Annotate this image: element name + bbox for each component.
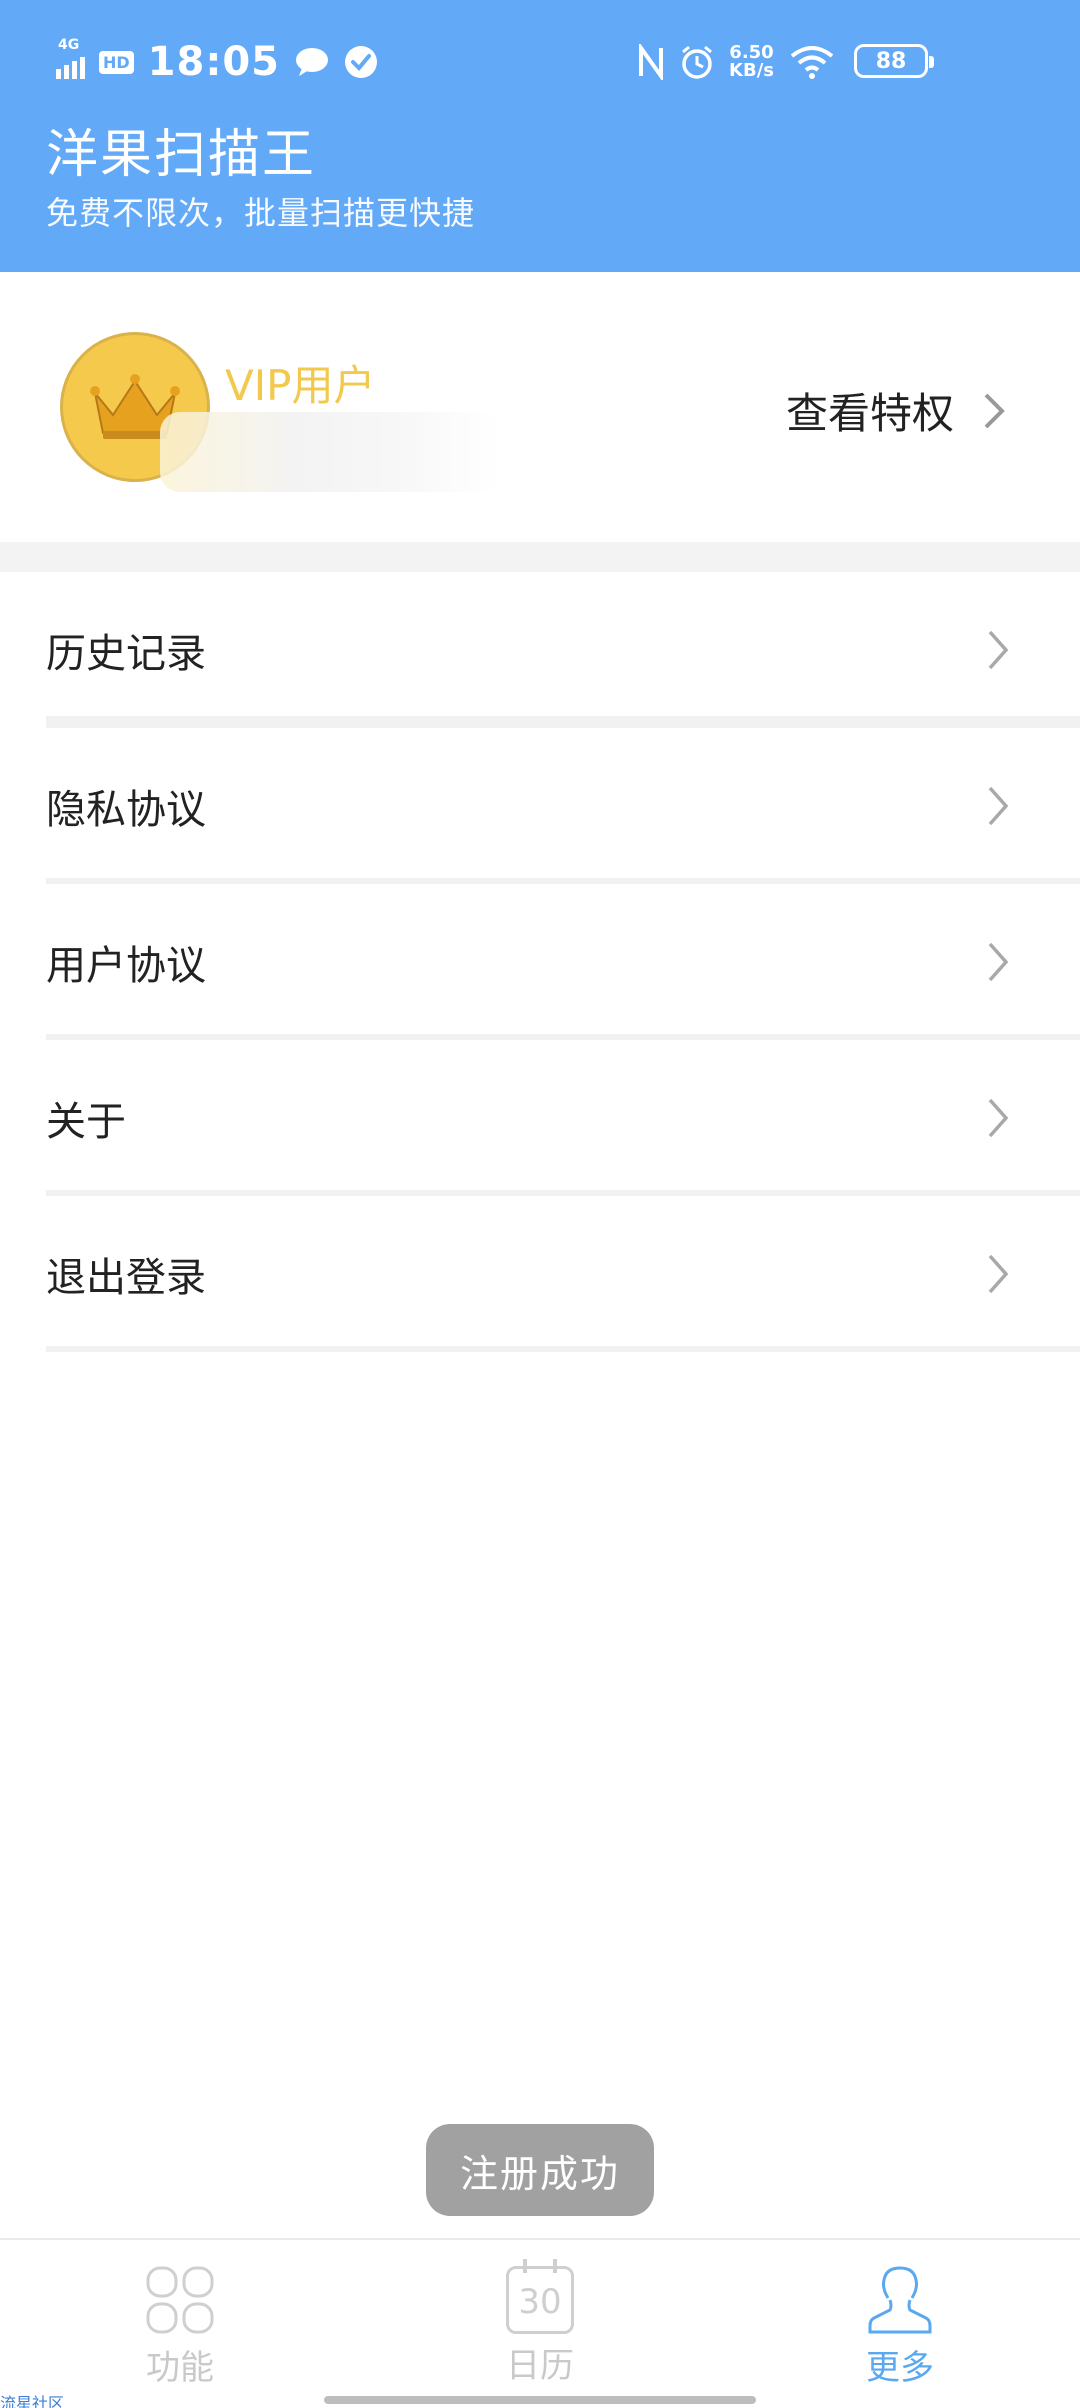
network-speed-unit: KB/s xyxy=(729,60,774,81)
user-icon xyxy=(868,2266,932,2334)
tab-more[interactable]: 更多 xyxy=(800,2264,1000,2389)
chevron-right-icon xyxy=(988,1254,1009,1294)
message-icon xyxy=(296,48,328,76)
calendar-day: 30 xyxy=(518,2282,562,2322)
app-subtitle: 免费不限次，批量扫描更快捷 xyxy=(46,194,476,232)
app-title: 洋果扫描王 xyxy=(46,125,317,185)
redacted-username xyxy=(160,412,500,492)
bottom-navigation: 功能 30 日历 更多 xyxy=(0,2238,1080,2408)
toast-message: 注册成功 xyxy=(426,2124,654,2216)
chevron-right-icon xyxy=(984,393,1005,428)
status-left: 4G HD 18:05 xyxy=(56,36,378,88)
vip-profile-card: VIP用户 查看特权 xyxy=(0,272,1080,542)
app-header: 4G HD 18:05 6.50 KB/s 88 洋果扫描王 免费不限次，批量扫… xyxy=(0,0,1080,272)
wifi-icon xyxy=(790,46,834,79)
menu-item-privacy-policy[interactable]: 隐私协议 xyxy=(0,728,1080,884)
watermark: 流星社区 xyxy=(0,2394,65,2408)
tab-label: 日历 xyxy=(506,2346,574,2386)
menu-item-label: 历史记录 xyxy=(46,631,206,677)
section-divider xyxy=(0,542,1080,572)
tab-label: 更多 xyxy=(866,2348,934,2388)
nfc-icon xyxy=(639,44,664,80)
vip-label: VIP用户 xyxy=(225,361,376,410)
menu-item-label: 用户协议 xyxy=(46,943,206,989)
chevron-right-icon xyxy=(988,786,1009,826)
menu-item-about[interactable]: 关于 xyxy=(0,1040,1080,1196)
battery-indicator: 88 xyxy=(854,44,934,78)
home-indicator[interactable] xyxy=(324,2396,756,2404)
menu-item-user-agreement[interactable]: 用户协议 xyxy=(0,884,1080,1040)
view-privileges-button[interactable]: 查看特权 xyxy=(786,380,1006,441)
divider xyxy=(46,716,1080,728)
menu-item-logout[interactable]: 退出登录 xyxy=(0,1196,1080,1352)
chevron-right-icon xyxy=(988,630,1009,670)
battery-level: 88 xyxy=(875,48,907,74)
tab-label: 功能 xyxy=(146,2348,214,2388)
menu-item-history[interactable]: 历史记录 xyxy=(0,572,1080,728)
tab-calendar[interactable]: 30 日历 xyxy=(440,2259,640,2387)
hd-icon: HD xyxy=(99,50,134,74)
alarm-icon xyxy=(682,45,712,79)
menu-item-label: 退出登录 xyxy=(46,1255,206,1301)
tab-functions[interactable]: 功能 xyxy=(80,2264,280,2389)
menu-item-label: 隐私协议 xyxy=(46,787,206,833)
calendar-icon: 30 xyxy=(506,2259,574,2334)
menu-item-label: 关于 xyxy=(46,1099,126,1145)
network-label: 4G xyxy=(58,37,80,53)
settings-menu: 历史记录 隐私协议 用户协议 关于 退出登录 xyxy=(0,572,1080,1352)
check-circle-icon xyxy=(345,46,377,78)
view-privileges-label: 查看特权 xyxy=(785,389,954,438)
grid-icon xyxy=(146,2266,214,2334)
signal-icon: 4G xyxy=(56,37,85,79)
divider xyxy=(46,1346,1080,1352)
status-time: 18:05 xyxy=(147,39,280,85)
chevron-right-icon xyxy=(988,942,1009,982)
status-bar: 4G HD 18:05 6.50 KB/s 88 xyxy=(0,0,1080,120)
chevron-right-icon xyxy=(988,1098,1009,1138)
network-speed: 6.50 KB/s xyxy=(729,44,774,80)
